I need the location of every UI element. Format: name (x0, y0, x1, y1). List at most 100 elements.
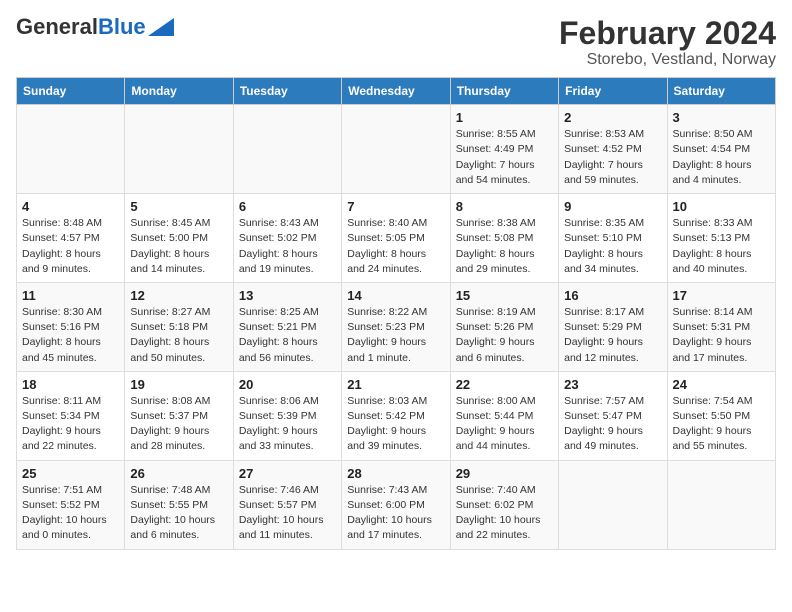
calendar-cell (125, 105, 233, 194)
day-info: Sunrise: 8:38 AM Sunset: 5:08 PM Dayligh… (456, 216, 553, 277)
title-block: February 2024 Storebo, Vestland, Norway (559, 16, 776, 69)
weekday-header-saturday: Saturday (667, 78, 775, 105)
calendar-cell: 6Sunrise: 8:43 AM Sunset: 5:02 PM Daylig… (233, 194, 341, 283)
calendar-cell: 17 Sunrise: 8:14 AM Sunset: 5:31 PM Dayli… (667, 282, 775, 371)
calendar-cell: 21Sunrise: 8:03 AM Sunset: 5:42 PM Dayli… (342, 371, 450, 460)
day-number: 26 (130, 466, 227, 481)
week-row-5: 25 Sunrise: 7:51 AM Sunset: 5:52 PM Dayli… (17, 460, 776, 549)
calendar-title: February 2024 (559, 16, 776, 51)
day-number: 7 (347, 199, 444, 214)
calendar-cell: 12 Sunrise: 8:27 AM Sunset: 5:18 PM Dayli… (125, 282, 233, 371)
day-number: 13 (239, 288, 336, 303)
calendar-cell: 16Sunrise: 8:17 AM Sunset: 5:29 PM Dayli… (559, 282, 667, 371)
logo-text: GeneralBlue (16, 16, 146, 38)
day-number: 16 (564, 288, 661, 303)
weekday-header-monday: Monday (125, 78, 233, 105)
day-number: 4 (22, 199, 119, 214)
day-info: Sunrise: 8:53 AM Sunset: 4:52 PM Dayligh… (564, 127, 661, 188)
calendar-cell: 29Sunrise: 7:40 AM Sunset: 6:02 PM Dayli… (450, 460, 558, 549)
weekday-header-tuesday: Tuesday (233, 78, 341, 105)
week-row-3: 11 Sunrise: 8:30 AM Sunset: 5:16 PM Dayli… (17, 282, 776, 371)
day-number: 25 (22, 466, 119, 481)
calendar-cell: 3Sunrise: 8:50 AM Sunset: 4:54 PM Daylig… (667, 105, 775, 194)
day-info: Sunrise: 7:43 AM Sunset: 6:00 PM Dayligh… (347, 483, 444, 544)
week-row-2: 4 Sunrise: 8:48 AM Sunset: 4:57 PM Daylig… (17, 194, 776, 283)
day-number: 18 (22, 377, 119, 392)
day-info: Sunrise: 8:33 AM Sunset: 5:13 PM Dayligh… (673, 216, 770, 277)
day-info: Sunrise: 8:35 AM Sunset: 5:10 PM Dayligh… (564, 216, 661, 277)
calendar-cell: 13 Sunrise: 8:25 AM Sunset: 5:21 PM Dayli… (233, 282, 341, 371)
calendar-cell: 26 Sunrise: 7:48 AM Sunset: 5:55 PM Dayli… (125, 460, 233, 549)
calendar-cell (17, 105, 125, 194)
day-info: Sunrise: 8:19 AM Sunset: 5:26 PM Dayligh… (456, 305, 553, 366)
calendar-cell: 27 Sunrise: 7:46 AM Sunset: 5:57 PM Dayli… (233, 460, 341, 549)
day-info: Sunrise: 7:57 AM Sunset: 5:47 PM Dayligh… (564, 394, 661, 455)
calendar-cell: 23Sunrise: 7:57 AM Sunset: 5:47 PM Dayli… (559, 371, 667, 460)
calendar-cell (233, 105, 341, 194)
week-row-1: 1 Sunrise: 8:55 AM Sunset: 4:49 PM Daylig… (17, 105, 776, 194)
day-number: 1 (456, 110, 553, 125)
weekday-header-friday: Friday (559, 78, 667, 105)
calendar-cell: 8 Sunrise: 8:38 AM Sunset: 5:08 PM Daylig… (450, 194, 558, 283)
day-number: 14 (347, 288, 444, 303)
weekday-header-wednesday: Wednesday (342, 78, 450, 105)
day-number: 8 (456, 199, 553, 214)
day-number: 15 (456, 288, 553, 303)
calendar-cell: 14 Sunrise: 8:22 AM Sunset: 5:23 PM Dayli… (342, 282, 450, 371)
day-number: 3 (673, 110, 770, 125)
calendar-cell (342, 105, 450, 194)
calendar-cell: 5 Sunrise: 8:45 AM Sunset: 5:00 PM Daylig… (125, 194, 233, 283)
day-number: 9 (564, 199, 661, 214)
day-number: 17 (673, 288, 770, 303)
day-info: Sunrise: 8:48 AM Sunset: 4:57 PM Dayligh… (22, 216, 119, 277)
day-number: 2 (564, 110, 661, 125)
day-number: 22 (456, 377, 553, 392)
day-number: 10 (673, 199, 770, 214)
day-number: 29 (456, 466, 553, 481)
calendar-cell: 28Sunrise: 7:43 AM Sunset: 6:00 PM Dayli… (342, 460, 450, 549)
day-info: Sunrise: 7:46 AM Sunset: 5:57 PM Dayligh… (239, 483, 336, 544)
day-number: 5 (130, 199, 227, 214)
weekday-header-row: SundayMondayTuesdayWednesdayThursdayFrid… (17, 78, 776, 105)
calendar-subtitle: Storebo, Vestland, Norway (559, 51, 776, 69)
calendar-table: SundayMondayTuesdayWednesdayThursdayFrid… (16, 77, 776, 549)
calendar-cell (667, 460, 775, 549)
calendar-cell: 9 Sunrise: 8:35 AM Sunset: 5:10 PM Daylig… (559, 194, 667, 283)
weekday-header-sunday: Sunday (17, 78, 125, 105)
day-number: 20 (239, 377, 336, 392)
day-number: 24 (673, 377, 770, 392)
calendar-cell: 24 Sunrise: 7:54 AM Sunset: 5:50 PM Dayli… (667, 371, 775, 460)
day-info: Sunrise: 8:08 AM Sunset: 5:37 PM Dayligh… (130, 394, 227, 455)
day-info: Sunrise: 8:27 AM Sunset: 5:18 PM Dayligh… (130, 305, 227, 366)
day-info: Sunrise: 8:14 AM Sunset: 5:31 PM Dayligh… (673, 305, 770, 366)
calendar-cell: 1 Sunrise: 8:55 AM Sunset: 4:49 PM Daylig… (450, 105, 558, 194)
day-info: Sunrise: 8:55 AM Sunset: 4:49 PM Dayligh… (456, 127, 553, 188)
day-info: Sunrise: 8:06 AM Sunset: 5:39 PM Dayligh… (239, 394, 336, 455)
logo-icon (148, 18, 174, 36)
day-info: Sunrise: 8:22 AM Sunset: 5:23 PM Dayligh… (347, 305, 444, 366)
calendar-cell: 10 Sunrise: 8:33 AM Sunset: 5:13 PM Dayli… (667, 194, 775, 283)
day-number: 12 (130, 288, 227, 303)
day-number: 27 (239, 466, 336, 481)
calendar-cell: 11 Sunrise: 8:30 AM Sunset: 5:16 PM Dayli… (17, 282, 125, 371)
day-number: 19 (130, 377, 227, 392)
calendar-cell: 20 Sunrise: 8:06 AM Sunset: 5:39 PM Dayli… (233, 371, 341, 460)
logo: GeneralBlue (16, 16, 174, 38)
day-info: Sunrise: 7:54 AM Sunset: 5:50 PM Dayligh… (673, 394, 770, 455)
page-header: GeneralBlue February 2024 Storebo, Vestl… (16, 16, 776, 69)
day-info: Sunrise: 8:03 AM Sunset: 5:42 PM Dayligh… (347, 394, 444, 455)
calendar-cell: 18 Sunrise: 8:11 AM Sunset: 5:34 PM Dayli… (17, 371, 125, 460)
day-info: Sunrise: 8:30 AM Sunset: 5:16 PM Dayligh… (22, 305, 119, 366)
calendar-cell: 22 Sunrise: 8:00 AM Sunset: 5:44 PM Dayli… (450, 371, 558, 460)
calendar-cell: 7 Sunrise: 8:40 AM Sunset: 5:05 PM Daylig… (342, 194, 450, 283)
day-info: Sunrise: 8:40 AM Sunset: 5:05 PM Dayligh… (347, 216, 444, 277)
day-info: Sunrise: 8:11 AM Sunset: 5:34 PM Dayligh… (22, 394, 119, 455)
day-info: Sunrise: 8:45 AM Sunset: 5:00 PM Dayligh… (130, 216, 227, 277)
day-info: Sunrise: 8:25 AM Sunset: 5:21 PM Dayligh… (239, 305, 336, 366)
day-number: 6 (239, 199, 336, 214)
day-info: Sunrise: 7:51 AM Sunset: 5:52 PM Dayligh… (22, 483, 119, 544)
day-number: 11 (22, 288, 119, 303)
day-info: Sunrise: 8:00 AM Sunset: 5:44 PM Dayligh… (456, 394, 553, 455)
calendar-cell: 4 Sunrise: 8:48 AM Sunset: 4:57 PM Daylig… (17, 194, 125, 283)
day-info: Sunrise: 7:48 AM Sunset: 5:55 PM Dayligh… (130, 483, 227, 544)
